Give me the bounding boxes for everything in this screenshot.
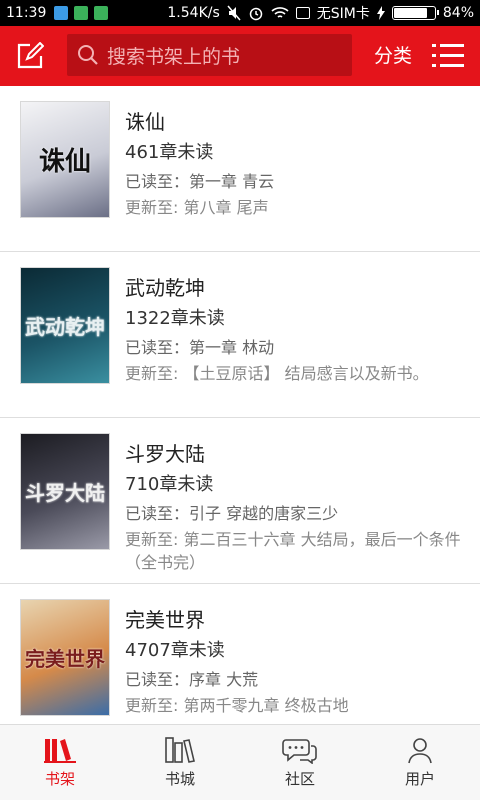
tab-label: 社区: [284, 770, 315, 788]
book-cover-title: 诛仙: [38, 147, 91, 177]
status-bar: 11:39 1.54K/s 无SIM卡 84%: [0, 0, 480, 26]
no-sim-icon: [295, 7, 310, 19]
search-input[interactable]: 搜索书架上的书: [67, 34, 352, 76]
search-icon: [78, 45, 98, 65]
user-icon: [408, 738, 432, 764]
tab-user[interactable]: 用户: [360, 725, 480, 800]
latest-update: 更新至: 第两千零九章 终极古地: [125, 696, 349, 715]
category-button[interactable]: 分类: [374, 26, 412, 86]
status-time: 11:39: [6, 5, 47, 21]
read-progress: 已读至：第一章 青云: [125, 172, 275, 191]
bookshelf-list: 诛仙 诛仙 461章未读 已读至：第一章 青云 更新至: 第八章 尾声 武动乾坤…: [0, 86, 480, 724]
book-item-wanmeishijie[interactable]: 完美世界 完美世界 4707章未读 已读至：序章 大荒 更新至: 第两千零九章 …: [0, 584, 480, 724]
book-item-zhuxian[interactable]: 诛仙 诛仙 461章未读 已读至：第一章 青云 更新至: 第八章 尾声: [0, 86, 480, 252]
tab-label: 书架: [44, 770, 75, 788]
bookshelf-icon: [44, 739, 76, 763]
charging-icon: [376, 6, 385, 20]
tab-bookstore[interactable]: 书城: [120, 725, 240, 800]
app-bar: 搜索书架上的书 分类: [0, 26, 480, 86]
book-cover-title: 斗罗大陆: [25, 481, 105, 505]
latest-update: 更新至: 【土豆原话】 结局感言以及新书。: [125, 364, 429, 383]
wifi-icon: [271, 7, 289, 18]
read-progress: 已读至：第一章 林动: [125, 338, 275, 357]
unread-count: 461章未读: [125, 142, 214, 163]
battery-icon: [391, 6, 439, 20]
read-progress: 已读至：序章 大荒: [125, 670, 259, 689]
sd-card-icon: [74, 6, 89, 20]
unread-count: 1322章未读: [125, 308, 225, 329]
mute-icon: [227, 5, 241, 21]
bottom-tab-bar: 书架 书城 社区 用户: [0, 724, 480, 800]
book-title: 完美世界: [125, 608, 205, 632]
tab-community[interactable]: 社区: [240, 725, 360, 800]
unread-count: 710章未读: [125, 474, 214, 495]
list-menu-icon: [432, 44, 464, 67]
edit-icon: [17, 42, 44, 69]
sim-status: 无SIM卡: [316, 6, 370, 22]
unread-count: 4707章未读: [125, 640, 225, 661]
battery-percent: 84%: [442, 5, 474, 21]
chat-bubbles-icon: [282, 739, 317, 764]
book-cover: 武动乾坤: [20, 267, 110, 384]
book-title: 斗罗大陆: [125, 442, 205, 466]
tab-label: 书城: [164, 770, 195, 788]
latest-update: 更新至: 第二百三十六章 大结局，最后一个条件（全书完）: [125, 530, 461, 572]
latest-update: 更新至: 第八章 尾声: [125, 198, 269, 217]
book-cover: 诛仙: [20, 101, 110, 218]
usb-icon: [54, 6, 69, 20]
app-notification-icon: [94, 6, 109, 20]
edit-button[interactable]: [0, 26, 60, 86]
tab-bookshelf[interactable]: 书架: [0, 725, 120, 800]
network-speed: 1.54K/s: [167, 5, 220, 21]
tab-label: 用户: [404, 770, 435, 788]
search-placeholder: 搜索书架上的书: [107, 45, 241, 68]
read-progress: 已读至：引子 穿越的唐家三少: [125, 504, 339, 523]
book-cover-title: 完美世界: [25, 647, 105, 671]
book-cover-title: 武动乾坤: [25, 315, 105, 339]
bookstore-icon: [165, 737, 195, 763]
book-title: 武动乾坤: [125, 276, 205, 300]
book-cover: 斗罗大陆: [20, 433, 110, 550]
book-title: 诛仙: [125, 110, 165, 134]
list-menu-button[interactable]: [430, 38, 466, 74]
alarm-icon: [249, 7, 263, 21]
book-item-douluodalu[interactable]: 斗罗大陆 斗罗大陆 710章未读 已读至：引子 穿越的唐家三少 更新至: 第二百…: [0, 418, 480, 584]
book-cover: 完美世界: [20, 599, 110, 716]
book-item-wudongqiankun[interactable]: 武动乾坤 武动乾坤 1322章未读 已读至：第一章 林动 更新至: 【土豆原话】…: [0, 252, 480, 418]
